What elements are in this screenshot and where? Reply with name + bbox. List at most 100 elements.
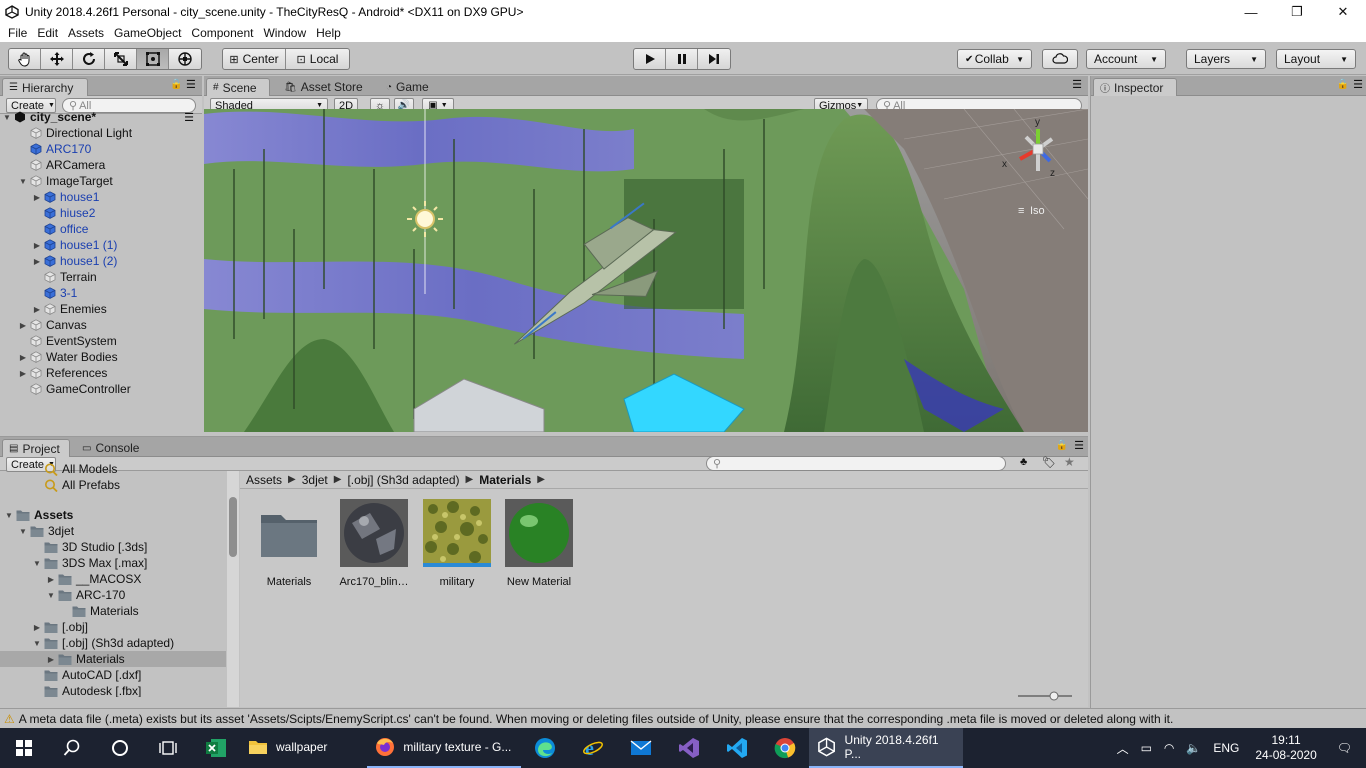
tab-hierarchy[interactable]: ☰ Hierarchy	[2, 78, 88, 96]
taskbar-app-firefox[interactable]: military texture - G...	[367, 728, 522, 768]
layers-dropdown[interactable]: Layers ▼	[1186, 49, 1266, 69]
hierarchy-item[interactable]: ▶ house1 (1)	[0, 237, 202, 253]
chrome-taskbar-button[interactable]	[761, 728, 809, 768]
console-status-bar[interactable]: ⚠ A meta data file (.meta) exists but it…	[0, 708, 1366, 728]
scene-menu-icon[interactable]: ☰	[184, 111, 194, 124]
project-tree-item[interactable]: All Models	[0, 461, 226, 477]
vscode-taskbar-button[interactable]	[713, 728, 761, 768]
filter-label-icon[interactable]: 🏷	[1042, 456, 1056, 469]
expand-arrow-icon[interactable]: ▼	[18, 527, 28, 536]
tab-project[interactable]: ▤ Project	[2, 439, 70, 457]
hierarchy-item[interactable]: 3-1	[0, 285, 202, 301]
menu-assets[interactable]: Assets	[64, 26, 110, 40]
asset-item-materials-folder[interactable]: Materials	[248, 499, 330, 588]
taskbar-app-unity[interactable]: Unity 2018.4.26f1 P...	[809, 728, 964, 768]
project-tree-item[interactable]: ▼ 3DS Max [.max]	[0, 555, 226, 571]
favorite-star-icon[interactable]: ★	[1064, 455, 1075, 469]
tab-scene[interactable]: # Scene	[206, 78, 270, 96]
scene-root-row[interactable]: ▼ city_scene* ☰	[0, 109, 202, 125]
project-tree-scrollbar[interactable]	[227, 471, 239, 707]
collapse-arrow-icon[interactable]: ▶	[32, 241, 42, 250]
visual-studio-taskbar-button[interactable]	[665, 728, 713, 768]
project-tree-item[interactable]: ▼ 3djet	[0, 523, 226, 539]
hierarchy-item[interactable]: ▼ ImageTarget	[0, 173, 202, 189]
collapse-arrow-icon[interactable]: ▶	[32, 193, 42, 202]
scrollbar-thumb[interactable]	[229, 497, 237, 557]
collapse-arrow-icon[interactable]: ▶	[18, 353, 28, 362]
breadcrumb-assets[interactable]: Assets	[246, 473, 282, 487]
panel-menu-icon[interactable]: ☰	[186, 78, 196, 91]
menu-component[interactable]: Component	[187, 26, 259, 40]
scene-render[interactable]: x y z ≡ Iso	[204, 109, 1088, 432]
panel-menu-icon[interactable]: ☰	[1074, 439, 1084, 452]
pivot-local-button[interactable]: ⊡ Local	[286, 49, 349, 69]
lock-icon[interactable]: 🔒	[1056, 440, 1068, 451]
menu-edit[interactable]: Edit	[33, 26, 64, 40]
project-tree-item[interactable]: ▼ ARC-170	[0, 587, 226, 603]
project-tree-item[interactable]: 3D Studio [.3ds]	[0, 539, 226, 555]
hierarchy-item[interactable]: Directional Light	[0, 125, 202, 141]
expand-arrow-icon[interactable]: ▼	[2, 113, 12, 122]
panel-menu-icon[interactable]: ☰	[1072, 78, 1082, 91]
project-tree-item[interactable]: All Prefabs	[0, 477, 226, 493]
notification-icon[interactable]: 🗨	[1327, 741, 1366, 755]
collapse-arrow-icon[interactable]: ▶	[46, 575, 56, 584]
collapse-arrow-icon[interactable]: ▶	[32, 623, 42, 632]
tab-inspector[interactable]: ⓘ Inspector	[1093, 78, 1177, 96]
excel-taskbar-button[interactable]	[192, 728, 240, 768]
hierarchy-item[interactable]: EventSystem	[0, 333, 202, 349]
hierarchy-item[interactable]: ▶ Canvas	[0, 317, 202, 333]
hierarchy-item[interactable]: ▶ References	[0, 365, 202, 381]
breadcrumb-materials[interactable]: Materials	[479, 473, 531, 487]
menu-window[interactable]: Window	[259, 26, 312, 40]
breadcrumb-obj-sh3d[interactable]: [.obj] (Sh3d adapted)	[347, 473, 459, 487]
hierarchy-item[interactable]: hiuse2	[0, 205, 202, 221]
expand-arrow-icon[interactable]: ▼	[32, 639, 42, 648]
play-button[interactable]	[634, 49, 666, 69]
step-button[interactable]	[698, 49, 730, 69]
expand-arrow-icon[interactable]: ▼	[4, 511, 14, 520]
collapse-arrow-icon[interactable]: ▶	[32, 305, 42, 314]
project-tree-item[interactable]: ▶ Materials	[0, 651, 226, 667]
pivot-center-button[interactable]: ⊞ Center	[223, 49, 286, 69]
thumbnail-size-slider[interactable]	[1018, 691, 1072, 701]
menu-file[interactable]: File	[4, 26, 33, 40]
expand-arrow-icon[interactable]: ▼	[46, 591, 56, 600]
edge-taskbar-button[interactable]	[521, 728, 569, 768]
menu-gameobject[interactable]: GameObject	[110, 26, 187, 40]
hierarchy-item[interactable]: ▶ house1	[0, 189, 202, 205]
cortana-button[interactable]	[96, 728, 144, 768]
clock[interactable]: 19:11 24-08-2020	[1245, 733, 1326, 763]
panel-menu-icon[interactable]: ☰	[1353, 78, 1363, 91]
account-dropdown[interactable]: Account ▼	[1086, 49, 1166, 69]
rect-tool-button[interactable]	[137, 49, 169, 69]
hierarchy-item[interactable]: ARC170	[0, 141, 202, 157]
wifi-icon[interactable]: ◠	[1158, 741, 1180, 755]
start-button[interactable]	[0, 728, 48, 768]
breadcrumb-3djet[interactable]: 3djet	[302, 473, 328, 487]
asset-item-arc170-material[interactable]: Arc170_blin…	[333, 499, 415, 588]
cloud-button[interactable]	[1042, 49, 1078, 69]
hand-tool-button[interactable]	[9, 49, 41, 69]
hierarchy-item[interactable]: ARCamera	[0, 157, 202, 173]
task-view-button[interactable]	[144, 728, 192, 768]
hierarchy-item[interactable]: ▶ Water Bodies	[0, 349, 202, 365]
project-tree-item[interactable]: ▶ [.obj]	[0, 619, 226, 635]
project-tree-item[interactable]: AutoCAD [.dxf]	[0, 667, 226, 683]
project-tree-item[interactable]: Autodesk [.fbx]	[0, 683, 226, 697]
expand-arrow-icon[interactable]: ▼	[18, 177, 28, 186]
tab-asset-store[interactable]: 🛍 Asset Store	[278, 78, 372, 96]
project-search-input[interactable]: ⚲	[706, 456, 1006, 471]
asset-item-new-material[interactable]: New Material	[498, 499, 580, 588]
filter-type-icon[interactable]: ♣	[1020, 456, 1027, 468]
project-tree-item[interactable]: ▶ __MACOSX	[0, 571, 226, 587]
hierarchy-item[interactable]: Terrain	[0, 269, 202, 285]
project-tree-item[interactable]: ▼ [.obj] (Sh3d adapted)	[0, 635, 226, 651]
lock-icon[interactable]: 🔒	[170, 79, 182, 90]
hierarchy-item[interactable]: ▶ house1 (2)	[0, 253, 202, 269]
battery-icon[interactable]: ▭	[1135, 741, 1158, 755]
iso-label[interactable]: ≡ Iso	[1018, 205, 1045, 217]
collapse-arrow-icon[interactable]: ▶	[18, 321, 28, 330]
project-tree-item[interactable]: Materials	[0, 603, 226, 619]
collab-dropdown[interactable]: ✔ Collab ▼	[957, 49, 1032, 69]
